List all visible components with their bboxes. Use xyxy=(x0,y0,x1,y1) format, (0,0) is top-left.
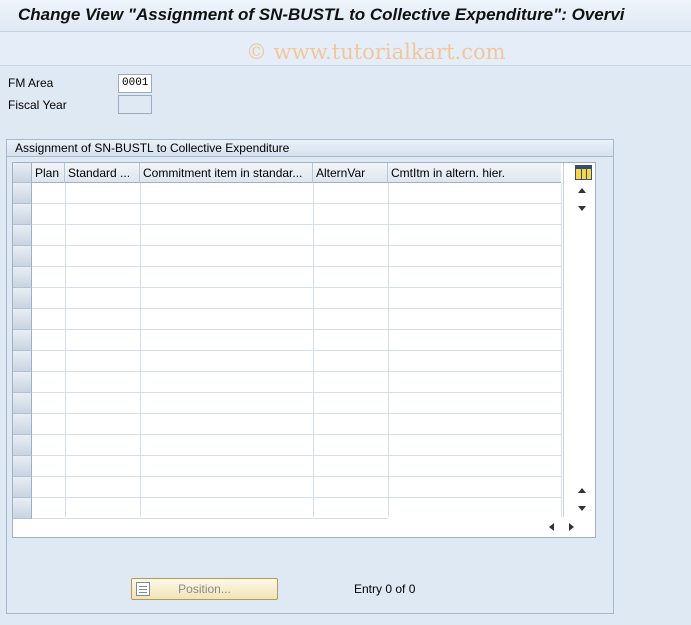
table-header: Plan Standard ... Commitment item in sta… xyxy=(32,163,561,183)
window-title: Change View "Assignment of SN-BUSTL to C… xyxy=(18,5,625,24)
row-selector[interactable] xyxy=(13,414,32,435)
position-button[interactable]: Position... xyxy=(131,578,278,600)
column-header-plan[interactable]: Plan xyxy=(32,163,65,183)
row-selector[interactable] xyxy=(13,183,32,204)
fiscal-year-input[interactable] xyxy=(118,95,152,114)
position-button-label: Position... xyxy=(178,582,231,596)
scroll-left-icon[interactable] xyxy=(549,523,554,531)
column-header-cmtitm-altern[interactable]: CmtItm in altern. hier. xyxy=(388,163,561,183)
table-row[interactable] xyxy=(32,204,561,225)
fm-area-input[interactable]: 0001 xyxy=(118,74,152,93)
column-header-alternvar[interactable]: AlternVar xyxy=(313,163,388,183)
row-selector[interactable] xyxy=(13,498,32,519)
position-list-icon xyxy=(136,582,150,596)
row-selector[interactable] xyxy=(13,225,32,246)
column-divider xyxy=(140,183,141,517)
watermark: © www.tutorialkart.com xyxy=(246,40,506,64)
row-selector[interactable] xyxy=(13,267,32,288)
title-bar: Change View "Assignment of SN-BUSTL to C… xyxy=(0,0,691,32)
table-row[interactable] xyxy=(32,393,561,414)
table-row[interactable] xyxy=(32,372,561,393)
table-row[interactable] xyxy=(32,267,561,288)
fm-area-label: FM Area xyxy=(8,76,54,90)
column-header-commitment-item[interactable]: Commitment item in standar... xyxy=(140,163,313,183)
column-divider xyxy=(313,183,314,517)
row-selector[interactable] xyxy=(13,351,32,372)
scroll-up-bottom-icon[interactable] xyxy=(578,488,586,493)
table-row[interactable] xyxy=(32,477,561,498)
column-header-standard[interactable]: Standard ... xyxy=(65,163,140,183)
table-row[interactable] xyxy=(32,498,561,519)
column-divider xyxy=(561,183,562,517)
table-row[interactable] xyxy=(32,456,561,477)
table-settings-icon[interactable] xyxy=(575,165,592,180)
scroll-right-icon[interactable] xyxy=(569,523,574,531)
fiscal-year-label: Fiscal Year xyxy=(8,98,67,112)
assignment-table: Plan Standard ... Commitment item in sta… xyxy=(12,162,596,538)
row-selector[interactable] xyxy=(13,288,32,309)
row-selector[interactable] xyxy=(13,330,32,351)
row-selector[interactable] xyxy=(13,393,32,414)
select-all-button[interactable] xyxy=(13,163,32,183)
scroll-down-bottom-icon[interactable] xyxy=(578,506,586,511)
column-divider xyxy=(388,183,389,517)
table-row[interactable] xyxy=(32,351,561,372)
scroll-up-icon[interactable] xyxy=(578,188,586,193)
table-row[interactable] xyxy=(32,330,561,351)
table-row[interactable] xyxy=(32,246,561,267)
table-row[interactable] xyxy=(32,309,561,330)
row-selector[interactable] xyxy=(13,246,32,267)
row-selector[interactable] xyxy=(13,372,32,393)
assignment-panel: Assignment of SN-BUSTL to Collective Exp… xyxy=(6,139,614,614)
column-divider xyxy=(65,183,66,517)
row-selector[interactable] xyxy=(13,456,32,477)
panel-title: Assignment of SN-BUSTL to Collective Exp… xyxy=(7,140,613,157)
vertical-scrollbar[interactable] xyxy=(563,163,595,517)
row-selector[interactable] xyxy=(13,477,32,498)
table-row[interactable] xyxy=(32,288,561,309)
table-row[interactable] xyxy=(32,414,561,435)
row-selector[interactable] xyxy=(13,204,32,225)
row-selector[interactable] xyxy=(13,309,32,330)
table-row[interactable] xyxy=(32,183,561,204)
scroll-down-icon[interactable] xyxy=(578,206,586,211)
table-row[interactable] xyxy=(32,225,561,246)
table-row[interactable] xyxy=(32,435,561,456)
entry-counter: Entry 0 of 0 xyxy=(354,582,416,596)
row-selector[interactable] xyxy=(13,435,32,456)
